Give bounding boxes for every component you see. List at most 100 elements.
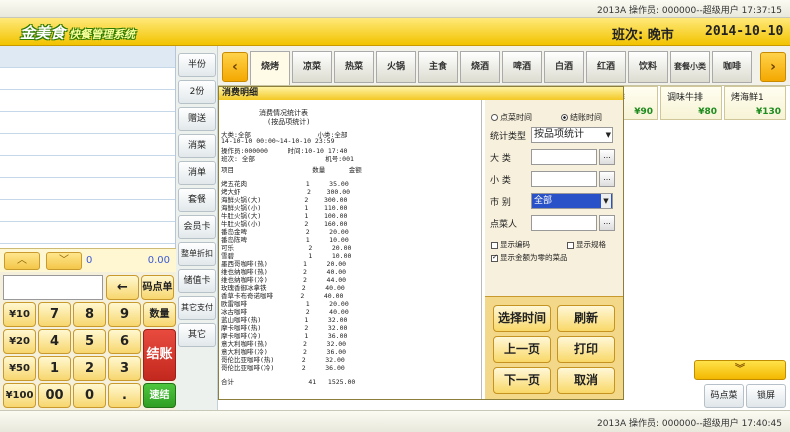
list-item[interactable]: [0, 46, 175, 68]
scroll-up-button[interactable]: ︿: [4, 252, 40, 270]
dialog-title: 消费明细: [219, 87, 623, 100]
minor-category-input[interactable]: [531, 171, 597, 187]
minor-category-label: 小 类: [490, 176, 511, 186]
money-50-button[interactable]: ¥50: [3, 356, 36, 381]
waiter-label: 点菜人: [490, 220, 518, 230]
dish-button[interactable]: 调味牛排 ¥80: [660, 86, 722, 120]
prev-page-button[interactable]: 上一页: [493, 336, 551, 363]
stat-type-select[interactable]: 按品项统计 ▼: [531, 127, 613, 143]
tab-hot-dishes[interactable]: 热菜: [334, 51, 374, 83]
chevron-down-icon: ﹀: [59, 255, 69, 266]
print-button[interactable]: 打印: [557, 336, 615, 363]
money-10-button[interactable]: ¥10: [3, 302, 36, 327]
digit-6-button[interactable]: 6: [108, 329, 141, 354]
title-bar: 2013A 操作员: 000000--超级用户 17:37:15: [0, 0, 790, 18]
waiter-browse-button[interactable]: ...: [599, 215, 615, 231]
category-tabs: ‹ 烧烤 凉菜 热菜 火锅 主食 烧酒 啤酒 白酒 红酒 饮料 套餐小类 咖啡 …: [218, 46, 790, 86]
waiter-input[interactable]: [531, 215, 597, 231]
digit-7-button[interactable]: 7: [38, 302, 71, 327]
money-100-button[interactable]: ¥100: [3, 383, 36, 408]
scroll-down-button[interactable]: ﹀: [46, 252, 82, 270]
checkout-button[interactable]: 结账: [143, 329, 176, 381]
market-label: 市 别: [490, 198, 511, 208]
dish-grid-area: [624, 120, 790, 360]
chevron-right-icon: ›: [770, 59, 776, 75]
minor-category-browse-button[interactable]: ...: [599, 171, 615, 187]
code-input[interactable]: [3, 275, 103, 300]
show-code-checkbox[interactable]: 显示编码: [491, 239, 530, 250]
digit-4-button[interactable]: 4: [38, 329, 71, 354]
checkout-time-radio[interactable]: 结账时间: [561, 112, 602, 123]
half-portion-button[interactable]: 半份: [178, 53, 216, 77]
digit-5-button[interactable]: 5: [73, 329, 106, 354]
digit-1-button[interactable]: 1: [38, 356, 71, 381]
order-time-radio[interactable]: 点菜时间: [491, 112, 532, 123]
chevron-up-icon: ︿: [17, 255, 27, 266]
market-select[interactable]: 全部 ▼: [531, 193, 613, 209]
digit-8-button[interactable]: 8: [73, 302, 106, 327]
digit-3-button[interactable]: 3: [108, 356, 141, 381]
money-20-button[interactable]: ¥20: [3, 329, 36, 354]
list-item[interactable]: [0, 68, 175, 90]
tab-coffee[interactable]: 咖啡: [712, 51, 752, 83]
refresh-button[interactable]: 刷新: [557, 305, 615, 332]
list-item[interactable]: [0, 200, 175, 222]
tab-bbq[interactable]: 烧烤: [250, 51, 290, 85]
combo-button[interactable]: 套餐: [178, 188, 216, 212]
dish-button[interactable]: 烤海鲜1 ¥130: [724, 86, 786, 120]
show-zero-amount-checkbox[interactable]: 显示金额为零的菜品: [491, 252, 568, 263]
major-category-input[interactable]: [531, 149, 597, 165]
backspace-button[interactable]: ←: [106, 275, 139, 300]
app-logo: 金美食 快餐管理系统: [20, 24, 136, 42]
list-item[interactable]: [0, 112, 175, 134]
tab-cold-dishes[interactable]: 凉菜: [292, 51, 332, 83]
tab-hotpot[interactable]: 火锅: [376, 51, 416, 83]
chevron-left-icon: ‹: [232, 59, 238, 75]
member-card-button[interactable]: 会员卡: [178, 215, 216, 239]
other-payment-button[interactable]: 其它支付: [178, 296, 216, 320]
cancel-order-button[interactable]: 消单: [178, 161, 216, 185]
code-order-dish-button[interactable]: 码点菜: [704, 384, 744, 408]
cancel-button[interactable]: 取消: [557, 367, 615, 394]
tabs-prev-button[interactable]: ‹: [222, 52, 248, 82]
major-category-browse-button[interactable]: ...: [599, 149, 615, 165]
gift-button[interactable]: 赠送: [178, 107, 216, 131]
tab-baijiu[interactable]: 白酒: [544, 51, 584, 83]
tab-beer[interactable]: 啤酒: [502, 51, 542, 83]
stat-type-label: 统计类型: [490, 132, 527, 142]
code-order-button[interactable]: 码点单: [141, 275, 174, 300]
tab-liquor[interactable]: 烧酒: [460, 51, 500, 83]
quick-checkout-button[interactable]: 速结: [143, 383, 176, 408]
other-button[interactable]: 其它: [178, 323, 216, 347]
order-list[interactable]: [0, 46, 176, 248]
tab-combo-subtype[interactable]: 套餐小类: [670, 51, 710, 83]
stored-value-card-button[interactable]: 储值卡: [178, 269, 216, 293]
double-portion-button[interactable]: 2份: [178, 80, 216, 104]
digit-0-button[interactable]: 0: [73, 383, 106, 408]
major-category-label: 大 类: [490, 154, 511, 164]
cancel-dish-button[interactable]: 消菜: [178, 134, 216, 158]
tab-drinks[interactable]: 饮料: [628, 51, 668, 83]
lock-screen-button[interactable]: 锁屏: [746, 384, 786, 408]
consumption-detail-dialog: 消费明细 消费情况统计表 (按品项统计) 大类:全部 小类:全部 14-10-1…: [218, 86, 624, 400]
tabs-next-button[interactable]: ›: [760, 52, 786, 82]
keypad: ← 码点单 ¥10 7 8 9 数量 ¥20 4 5 6 结账 ¥50 1 2 …: [0, 272, 176, 410]
list-item[interactable]: [0, 156, 175, 178]
next-page-button[interactable]: 下一页: [493, 367, 551, 394]
digit-00-button[interactable]: 00: [38, 383, 71, 408]
list-item[interactable]: [0, 90, 175, 112]
quantity-button[interactable]: 数量: [143, 302, 176, 327]
list-item[interactable]: [0, 134, 175, 156]
show-spec-checkbox[interactable]: 显示规格: [567, 239, 606, 250]
list-item[interactable]: [0, 222, 175, 244]
tab-wine[interactable]: 红酒: [586, 51, 626, 83]
chevron-double-down-icon: ︾: [735, 364, 745, 375]
expand-button[interactable]: ︾: [694, 360, 786, 380]
select-time-button[interactable]: 选择时间: [493, 305, 551, 332]
digit-2-button[interactable]: 2: [73, 356, 106, 381]
digit-9-button[interactable]: 9: [108, 302, 141, 327]
order-discount-button[interactable]: 整单折扣: [178, 242, 216, 266]
tab-staple[interactable]: 主食: [418, 51, 458, 83]
list-item[interactable]: [0, 178, 175, 200]
decimal-point-button[interactable]: .: [108, 383, 141, 408]
